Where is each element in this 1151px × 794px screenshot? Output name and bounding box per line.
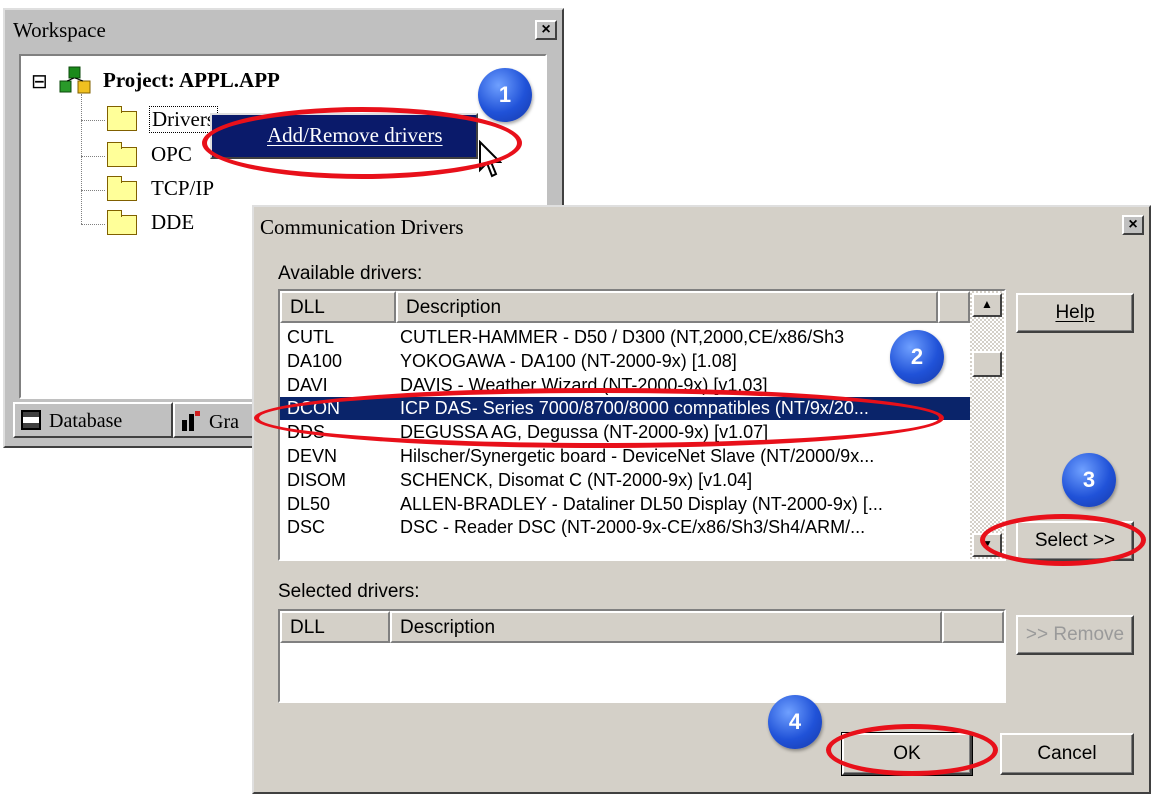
tree-collapse-icon[interactable]: ⊟ (31, 72, 48, 92)
driver-dll: DA100 (287, 351, 343, 371)
help-button-label: Help (1055, 302, 1095, 323)
graphics-icon (181, 410, 201, 432)
driver-description: YOKOGAWA - DA100 (NT-2000-9x) [1.08] (400, 351, 737, 371)
folder-icon (107, 142, 137, 167)
tree-line (81, 120, 105, 121)
driver-dll: CUTL (287, 327, 335, 347)
step-badge-1: 1 (478, 68, 532, 122)
driver-description: ALLEN-BRADLEY - Dataliner DL50 Display (… (400, 494, 883, 514)
workspace-title: Workspace (13, 18, 106, 42)
driver-description: DSC - Reader DSC (NT-2000-9x-CE/x86/Sh3/… (400, 517, 866, 537)
tree-line (81, 224, 105, 225)
available-drivers-label: Available drivers: (278, 263, 423, 284)
annotation-ring-3 (980, 514, 1146, 566)
folder-icon (107, 176, 137, 201)
driver-row-dsc[interactable]: DSC DSC - Reader DSC (NT-2000-9x-CE/x86/S… (280, 516, 970, 539)
driver-dll: DEVN (287, 446, 338, 466)
selected-drivers-list[interactable]: DLL Description (278, 609, 1006, 703)
workspace-titlebar: Workspace (7, 12, 560, 50)
help-button[interactable]: Help (1016, 293, 1134, 333)
tree-item-opc[interactable]: OPC (151, 142, 192, 167)
folder-icon (107, 106, 137, 131)
driver-dll: DAVI (287, 375, 328, 395)
driver-description: Hilscher/Synergetic board - DeviceNet Sl… (400, 446, 875, 466)
dialog-titlebar: Communication Drivers (254, 207, 1149, 247)
driver-row-devn[interactable]: DEVN Hilscher/Synergetic board - DeviceNe… (280, 445, 970, 468)
annotation-ring-4 (826, 724, 998, 776)
driver-dll: DSC (287, 517, 326, 537)
column-header-dll[interactable]: DLL (280, 291, 396, 323)
tree-item-drivers[interactable]: Drivers (149, 106, 218, 133)
dialog-close-button[interactable]: × (1122, 215, 1144, 235)
annotation-ring-2 (254, 388, 944, 448)
step-badge-2: 2 (890, 330, 944, 384)
selected-column-header-extra (942, 611, 1004, 643)
column-header-description[interactable]: Description (396, 291, 938, 323)
project-icon (59, 66, 93, 96)
scroll-up-icon[interactable]: ▲ (972, 293, 1002, 317)
tab-database[interactable]: Database (13, 402, 173, 438)
column-header-extra (938, 291, 970, 323)
scrollbar-track[interactable] (970, 291, 1004, 559)
communication-drivers-dialog: Communication Drivers × Available driver… (252, 205, 1151, 794)
tab-graphics[interactable]: Gra (173, 402, 255, 438)
selected-column-header-dll[interactable]: DLL (280, 611, 390, 643)
driver-row-cutl[interactable]: CUTL CUTLER-HAMMER - D50 / D300 (NT,2000,… (280, 326, 970, 349)
driver-row-disom[interactable]: DISOM SCHENCK, Disomat C (NT-2000-9x) [v1… (280, 469, 970, 492)
selected-column-header-description[interactable]: Description (390, 611, 942, 643)
driver-row-dl50[interactable]: DL50 ALLEN-BRADLEY - Dataliner DL50 Displ… (280, 493, 970, 516)
tree-line (81, 190, 105, 191)
cancel-button[interactable]: Cancel (1000, 733, 1134, 775)
step-badge-4: 4 (768, 695, 822, 749)
driver-dll: DL50 (287, 494, 331, 514)
driver-description: CUTLER-HAMMER - D50 / D300 (NT,2000,CE/x… (400, 327, 845, 347)
tab-database-label: Database (49, 410, 123, 432)
tab-graphics-label: Gra (209, 411, 239, 433)
step-badge-3: 3 (1062, 453, 1116, 507)
dialog-title: Communication Drivers (260, 215, 464, 239)
scrollbar-thumb[interactable] (972, 351, 1002, 377)
driver-dll: DISOM (287, 470, 347, 490)
driver-row-da100[interactable]: DA100 YOKOGAWA - DA100 (NT-2000-9x) [1.08… (280, 350, 970, 373)
annotation-ring-1 (202, 107, 522, 179)
folder-icon (107, 210, 137, 235)
tree-line (81, 156, 105, 157)
tree-item-tcpip[interactable]: TCP/IP (151, 176, 214, 201)
tree-item-dde[interactable]: DDE (151, 210, 194, 235)
tree-line (81, 94, 82, 224)
remove-button[interactable]: >> Remove (1016, 615, 1134, 655)
driver-description: SCHENCK, Disomat C (NT-2000-9x) [v1.04] (400, 470, 753, 490)
project-label[interactable]: Project: APPL.APP (103, 68, 280, 93)
database-icon (21, 410, 41, 430)
selected-drivers-label: Selected drivers: (278, 581, 420, 602)
workspace-close-button[interactable]: × (535, 20, 557, 40)
